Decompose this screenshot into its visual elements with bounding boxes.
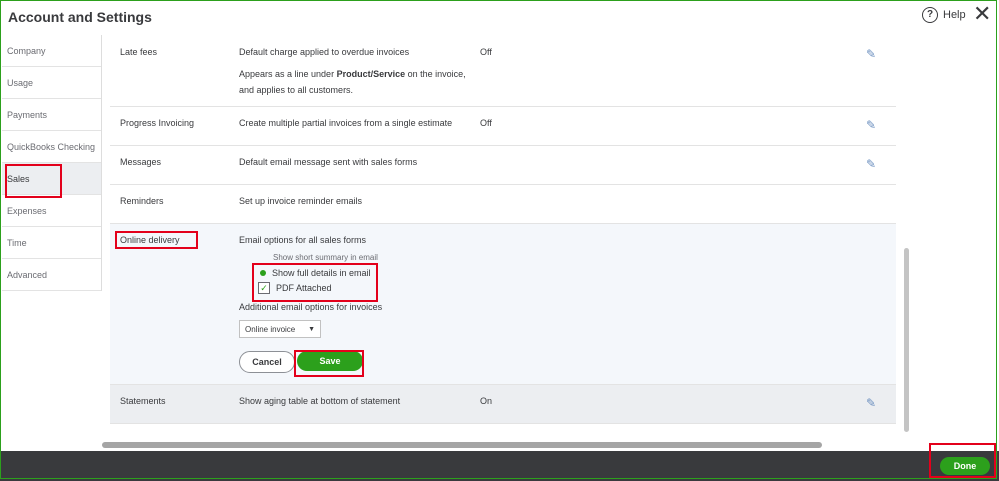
setting-label: Statements <box>120 396 166 406</box>
dropdown-value: Online invoice <box>245 324 296 334</box>
late-fees-desc-line3: and applies to all customers. <box>239 85 354 95</box>
sidebar-item-sales[interactable]: Sales <box>2 163 101 195</box>
help-icon: ? <box>922 7 938 23</box>
page-title: Account and Settings <box>8 9 152 25</box>
setting-row-statements: Statements Show aging table at bottom of… <box>110 385 896 424</box>
sidebar-item-advanced[interactable]: Advanced <box>2 259 101 291</box>
setting-description: Create multiple partial invoices from a … <box>239 118 453 128</box>
setting-row-reminders: Reminders Set up invoice reminder emails <box>110 185 896 224</box>
vertical-scrollbar[interactable] <box>904 248 909 432</box>
late-fees-desc-line1: Default charge applied to overdue invoic… <box>239 47 410 57</box>
setting-label: Progress Invoicing <box>120 118 195 128</box>
setting-description: Email options for all sales forms <box>239 235 367 245</box>
edit-pencil-icon[interactable]: ✎ <box>866 396 876 410</box>
radio-option-full-details[interactable]: Show full details in email <box>260 268 371 278</box>
sidebar: Company Usage Payments QuickBooks Checki… <box>2 35 102 291</box>
setting-description: Default email message sent with sales fo… <box>239 157 418 167</box>
radio-option-short-summary[interactable]: Show short summary in email <box>273 253 378 262</box>
edit-pencil-icon[interactable]: ✎ <box>866 118 876 132</box>
setting-description: Set up invoice reminder emails <box>239 196 363 206</box>
additional-options-label: Additional email options for invoices <box>239 302 383 312</box>
sidebar-item-time[interactable]: Time <box>2 227 101 259</box>
sidebar-item-company[interactable]: Company <box>2 35 101 67</box>
radio-selected-icon <box>260 270 266 276</box>
horizontal-scrollbar[interactable] <box>102 442 822 448</box>
settings-panel: Late fees Default charge applied to over… <box>102 36 904 444</box>
setting-label: Reminders <box>120 196 164 206</box>
header: Account and Settings ? Help ✕ <box>0 0 999 36</box>
sidebar-item-usage[interactable]: Usage <box>2 67 101 99</box>
late-fees-desc-line2: Appears as a line under Product/Service … <box>239 66 466 82</box>
invoice-option-dropdown[interactable]: Online invoice ▼ <box>239 320 321 338</box>
cancel-button[interactable]: Cancel <box>239 351 295 373</box>
late-fees-desc-bold: Product/Service <box>336 69 406 79</box>
footer-bar <box>0 451 999 481</box>
setting-row-late-fees: Late fees Default charge applied to over… <box>110 36 896 107</box>
setting-value: On <box>480 396 493 406</box>
setting-row-online-delivery: Online delivery Email options for all sa… <box>110 224 896 385</box>
setting-label: Messages <box>120 157 162 167</box>
setting-description: Show aging table at bottom of statement <box>239 396 401 406</box>
checkbox-label: PDF Attached <box>276 283 332 293</box>
dropdown-arrow-icon: ▼ <box>308 325 315 333</box>
sidebar-item-payments[interactable]: Payments <box>2 99 101 131</box>
help-button[interactable]: ? Help <box>922 7 966 23</box>
edit-pencil-icon[interactable]: ✎ <box>866 47 876 61</box>
help-label: Help <box>943 9 966 21</box>
checkbox-checked-icon: ✓ <box>258 282 270 294</box>
setting-description: Default charge applied to overdue invoic… <box>239 44 466 98</box>
setting-row-messages: Messages Default email message sent with… <box>110 146 896 185</box>
close-icon[interactable]: ✕ <box>973 3 991 25</box>
edit-pencil-icon[interactable]: ✎ <box>866 157 876 171</box>
setting-label: Late fees <box>120 47 158 57</box>
pdf-attached-checkbox[interactable]: ✓ PDF Attached <box>258 282 332 294</box>
setting-label: Online delivery <box>120 235 180 245</box>
done-button[interactable]: Done <box>940 457 990 475</box>
save-button[interactable]: Save <box>297 351 363 371</box>
setting-value: Off <box>480 47 492 57</box>
late-fees-desc-prefix: Appears as a line under <box>239 69 337 79</box>
radio-option-label: Show full details in email <box>272 268 371 278</box>
sidebar-item-quickbooks-checking[interactable]: QuickBooks Checking <box>2 131 101 163</box>
setting-value: Off <box>480 118 492 128</box>
setting-row-progress-invoicing: Progress Invoicing Create multiple parti… <box>110 107 896 146</box>
late-fees-desc-suffix: on the invoice, <box>405 69 466 79</box>
sidebar-item-expenses[interactable]: Expenses <box>2 195 101 227</box>
